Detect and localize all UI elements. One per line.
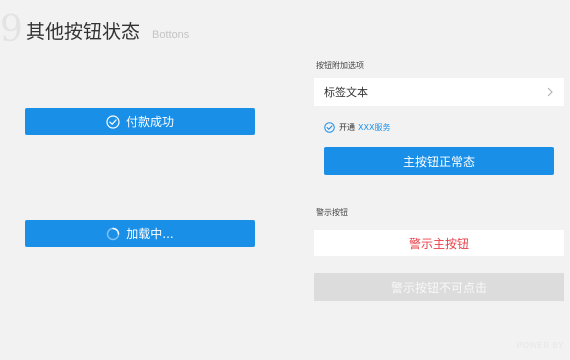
warning-disabled-button: 警示按钮不可点击 — [314, 273, 564, 301]
check-circle-icon[interactable] — [324, 121, 335, 133]
footer-watermark: POWER BY — [516, 341, 564, 350]
page-number: 9 — [0, 9, 23, 50]
addon-section-label: 按钮附加选项 — [316, 61, 364, 70]
warning-primary-button[interactable]: 警示主按钮 — [314, 230, 564, 256]
payment-success-button[interactable]: 付款成功 — [25, 108, 255, 135]
agreement-text: 开通 — [339, 122, 355, 132]
loading-button[interactable]: 加载中... — [25, 220, 255, 247]
buttons-page: 9 其他按钮状态 Bottons 付款成功 加载中... 按钮附加选项 标签文本 — [0, 0, 570, 360]
check-circle-icon — [106, 114, 120, 129]
chevron-right-icon — [546, 87, 554, 97]
service-agreement-row[interactable]: 开通 XXX服务 — [324, 120, 390, 134]
warn-section-label: 警示按钮 — [316, 208, 348, 217]
spinner-icon — [106, 227, 120, 241]
tag-row-label: 标签文本 — [324, 86, 368, 99]
page-title: 其他按钮状态 — [26, 21, 141, 43]
payment-success-label: 付款成功 — [125, 115, 174, 129]
tag-row[interactable]: 标签文本 — [314, 78, 564, 106]
page-subtitle: Bottons — [152, 29, 190, 41]
service-link[interactable]: XXX服务 — [358, 122, 390, 133]
primary-button[interactable]: 主按钮正常态 — [324, 147, 554, 175]
loading-label: 加载中... — [126, 227, 174, 241]
